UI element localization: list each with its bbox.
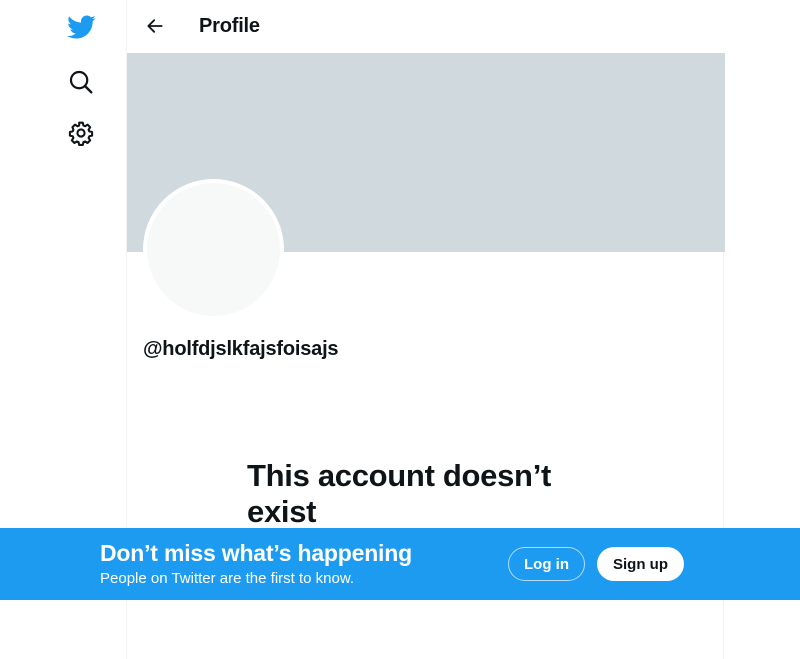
- twitter-logo-link[interactable]: [58, 4, 104, 50]
- search-nav-button[interactable]: [58, 59, 104, 105]
- back-button[interactable]: [137, 8, 173, 44]
- page-title: Profile: [199, 15, 260, 37]
- login-button[interactable]: Log in: [508, 547, 585, 581]
- page: Profile @holfdjslkfajsfoisajs This accou…: [0, 0, 800, 659]
- settings-nav-button[interactable]: [58, 110, 104, 156]
- profile-handle: @holfdjslkfajsfoisajs: [143, 338, 339, 360]
- gear-icon: [68, 121, 94, 146]
- empty-state-title: This account doesn’t exist: [247, 458, 552, 529]
- search-icon: [69, 70, 93, 94]
- avatar: [143, 179, 284, 320]
- profile-header: Profile: [127, 0, 725, 53]
- signup-button[interactable]: Sign up: [597, 547, 684, 581]
- signup-banner-title: Don’t miss what’s happening: [100, 540, 412, 566]
- twitter-bird-icon: [67, 15, 96, 39]
- signup-banner-subtitle: People on Twitter are the first to know.: [100, 570, 355, 587]
- back-arrow-icon: [147, 19, 163, 33]
- signup-banner: Don’t miss what’s happening People on Tw…: [0, 528, 800, 600]
